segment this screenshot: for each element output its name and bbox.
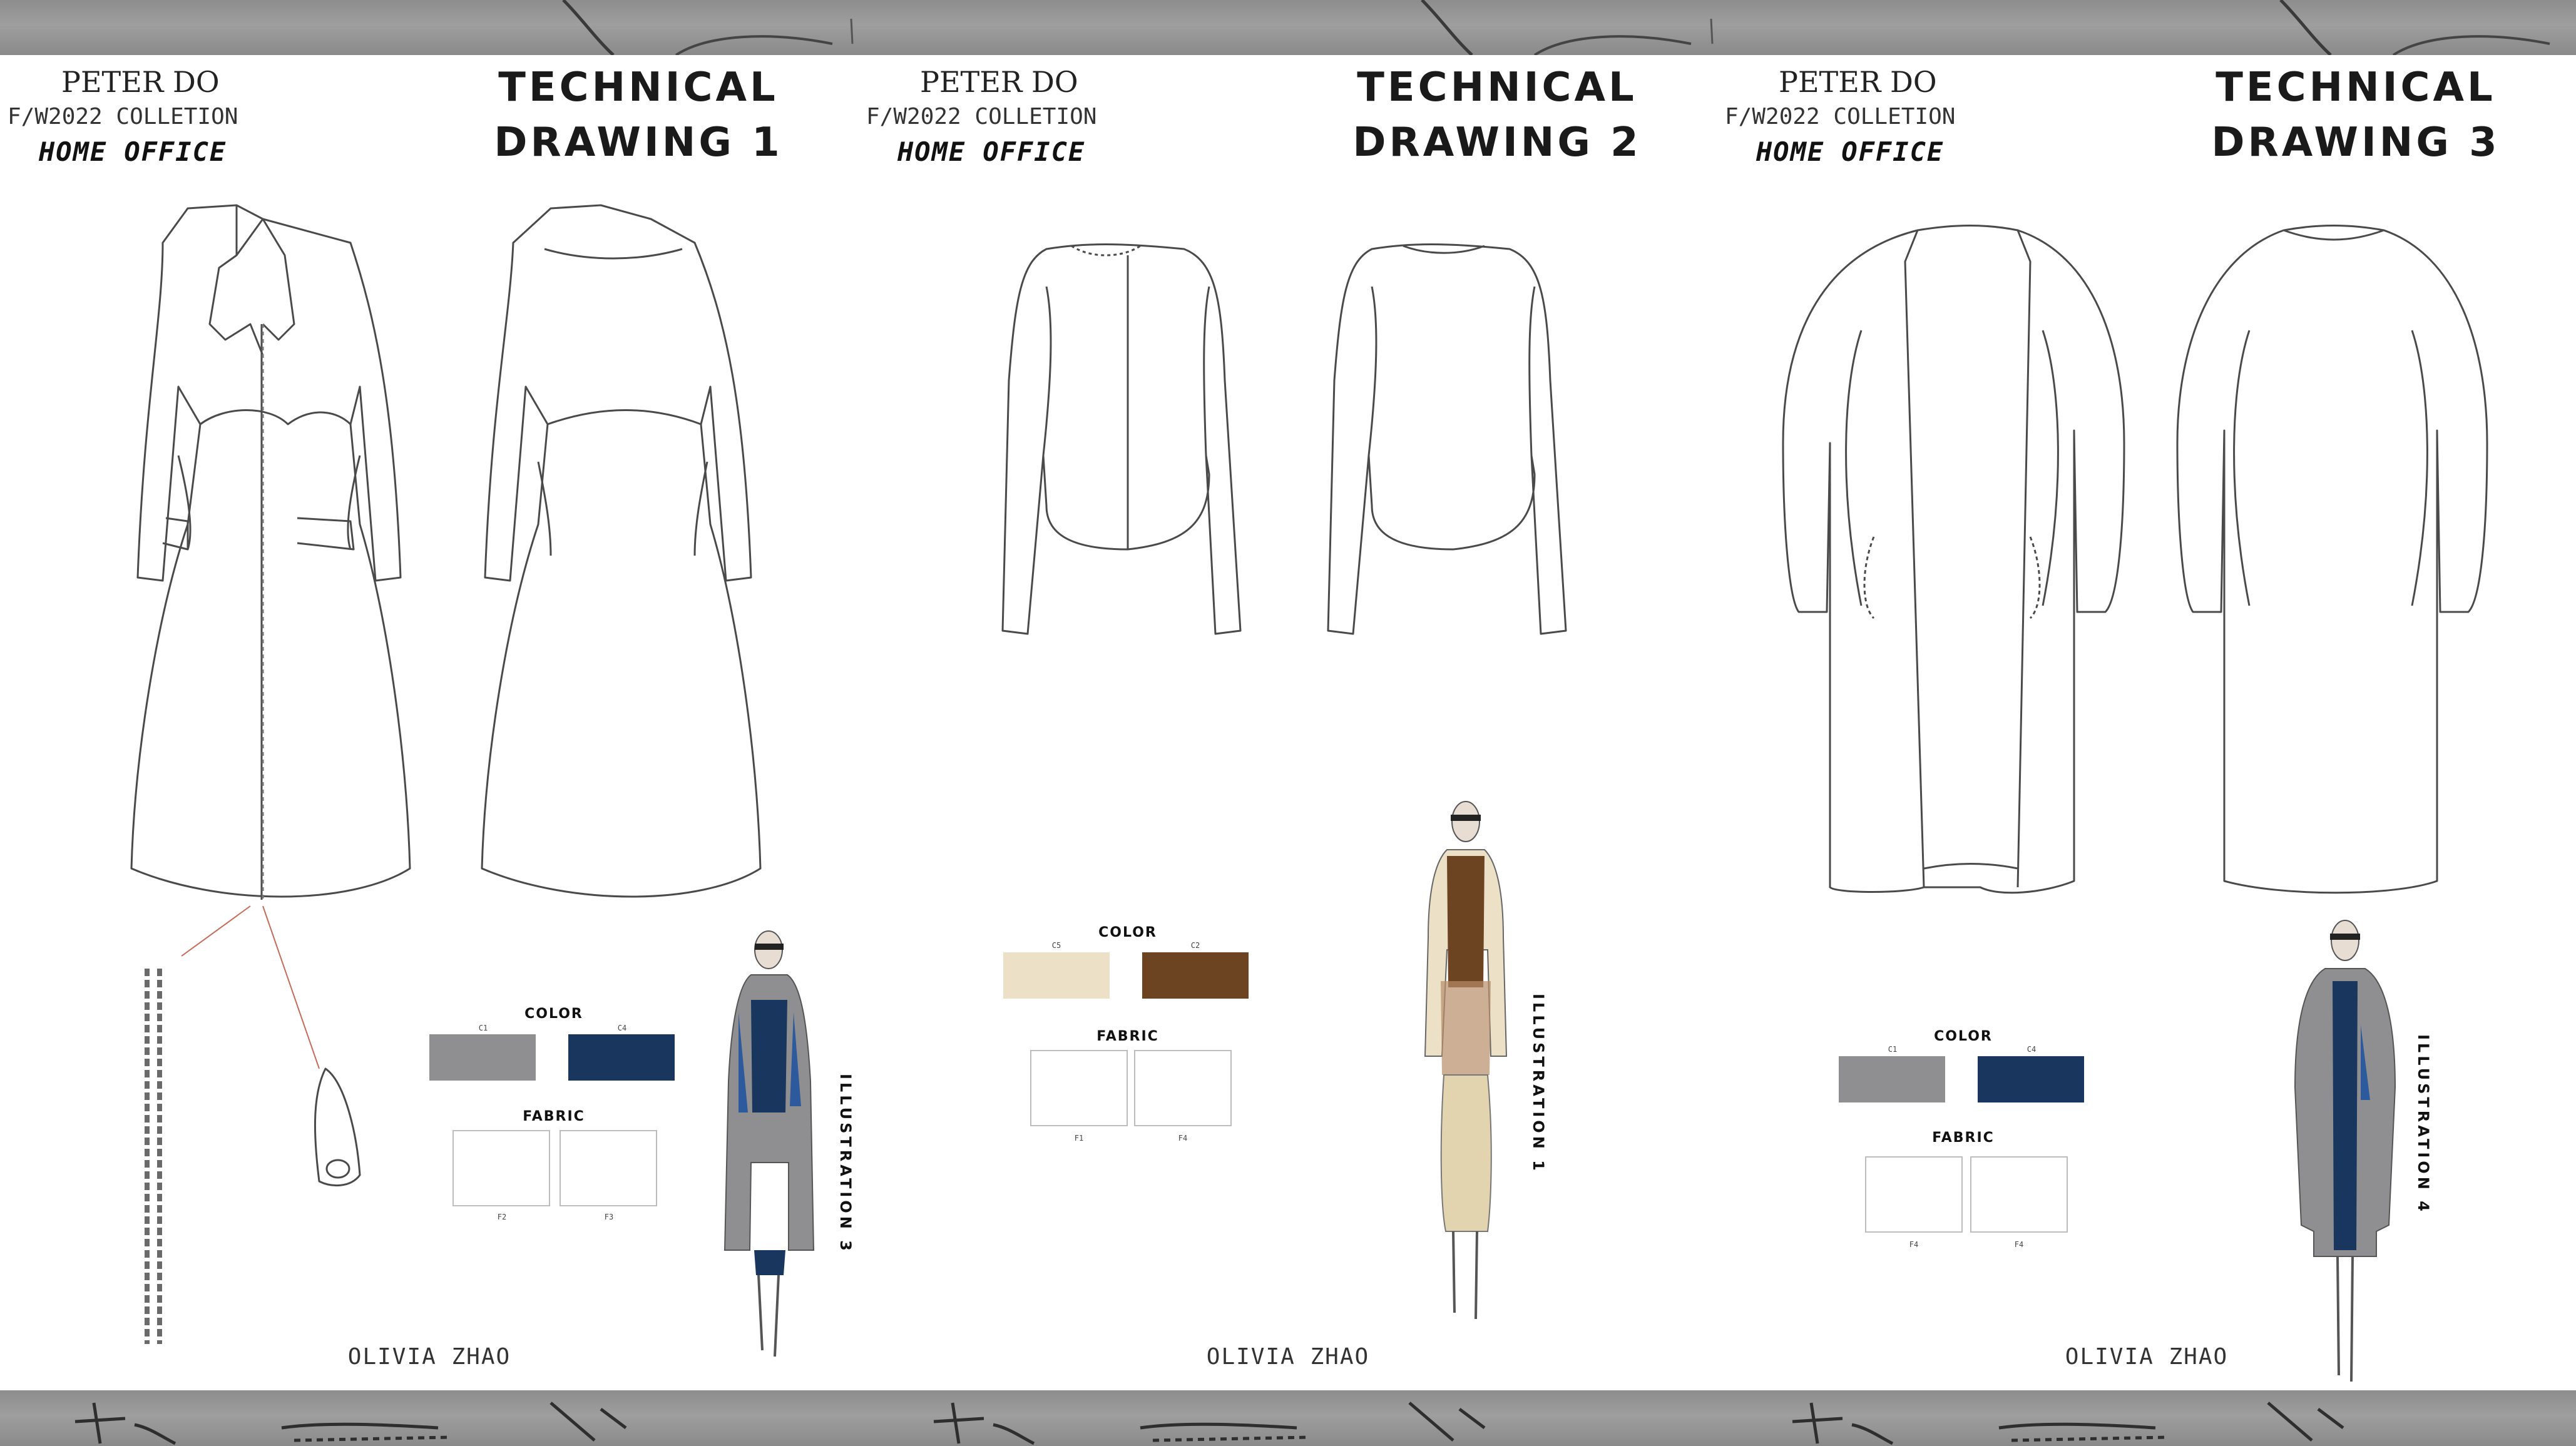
jacket-front-sketch [1001, 243, 1242, 635]
panel-technical-drawing-1: PETER DO F/W2022 COLLETION HOME OFFICE T… [0, 55, 859, 1390]
panel-technical-drawing-3: PETER DO F/W2022 COLLETION HOME OFFICE T… [1717, 55, 2576, 1390]
fabric-swatch [1030, 1050, 1128, 1126]
top-texture-strip [0, 0, 2576, 55]
color-code: C4 [617, 1024, 627, 1032]
color-swatch-navy [1978, 1056, 2084, 1102]
technical-sketches [1001, 243, 1567, 635]
fabric-code: F4 [2014, 1240, 2024, 1249]
fabric-label: FABRIC [523, 1109, 585, 1124]
author-name: OLIVIA ZHAO [347, 1344, 511, 1370]
fashion-illustration-figure [1424, 801, 1508, 1320]
fabric-code: F1 [1074, 1134, 1084, 1143]
color-swatch-brown [1142, 952, 1249, 999]
paper-texture-bottom [74, 1402, 2344, 1445]
jacket-back-sketch [1327, 243, 1567, 635]
fabric-label: FABRIC [1096, 1029, 1159, 1044]
color-swatch-grey [429, 1034, 536, 1081]
fashion-illustration-figure [2294, 920, 2396, 1382]
fabric-swatch [1865, 1156, 1963, 1233]
zipper-detail-sketch [145, 905, 361, 1344]
technical-sketches [1782, 225, 2488, 894]
color-swatch-navy [568, 1034, 675, 1081]
panel-technical-drawing-2: PETER DO F/W2022 COLLETION HOME OFFICE T… [859, 55, 1717, 1390]
dress-front-sketch [130, 204, 411, 900]
fabric-code: F3 [604, 1213, 614, 1221]
coat-back-sketch [2176, 225, 2488, 894]
fashion-illustration-figure [723, 930, 815, 1357]
coat-front-sketch [1782, 225, 2125, 894]
color-label: COLOR [1934, 1029, 1993, 1044]
fabric-code: F2 [497, 1213, 507, 1221]
color-swatch-grey [1839, 1056, 1945, 1102]
color-code: C1 [478, 1024, 488, 1032]
fabric-code: F4 [1909, 1240, 1919, 1249]
fabric-label: FABRIC [1932, 1130, 1995, 1146]
illustration-label: ILLUSTRATION 1 [1530, 994, 1547, 1174]
color-code: C2 [1190, 941, 1200, 950]
illustration-label: ILLUSTRATION 3 [837, 1074, 854, 1254]
fabric-swatch [560, 1130, 657, 1206]
paper-texture-top [562, 0, 2550, 55]
color-code: C4 [2027, 1045, 2037, 1054]
dress-back-sketch [481, 204, 762, 898]
fabric-swatch [1134, 1050, 1232, 1126]
illustration-label: ILLUSTRATION 4 [2415, 1034, 2432, 1214]
fabric-code: F4 [1178, 1134, 1188, 1143]
author-name: OLIVIA ZHAO [2065, 1344, 2229, 1370]
fabric-swatch [1970, 1156, 2068, 1233]
fabric-swatch [452, 1130, 550, 1206]
color-swatch-beige [1003, 952, 1110, 999]
color-label: COLOR [524, 1006, 583, 1022]
color-code: C5 [1051, 941, 1061, 950]
color-label: COLOR [1098, 925, 1157, 940]
author-name: OLIVIA ZHAO [1206, 1344, 1370, 1370]
bottom-texture-strip [0, 1390, 2576, 1446]
color-code: C1 [1888, 1045, 1898, 1054]
